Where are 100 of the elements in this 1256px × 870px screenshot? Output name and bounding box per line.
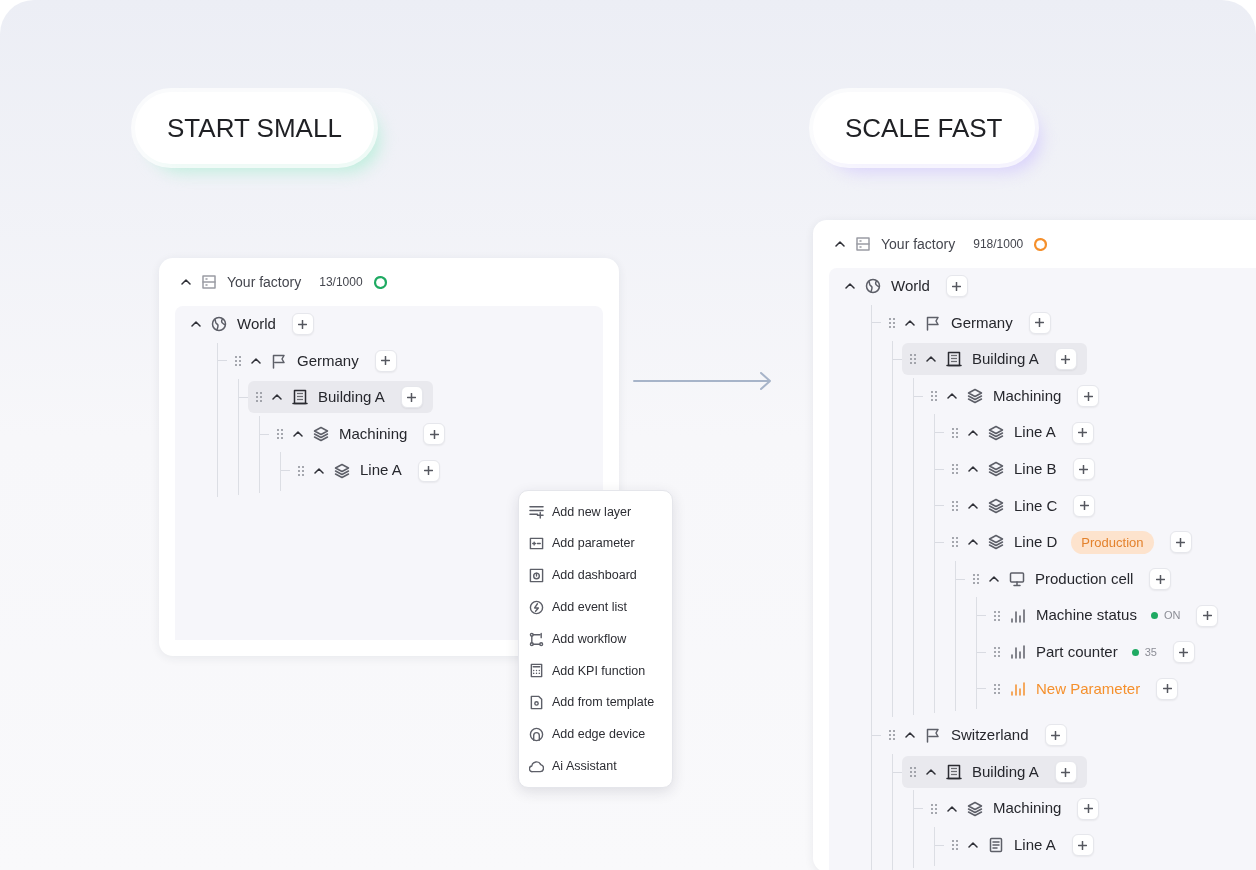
plus-icon (1155, 574, 1165, 584)
add-button[interactable] (1028, 311, 1051, 334)
add-button[interactable] (400, 386, 423, 409)
tree-row[interactable]: Line B (944, 453, 1105, 486)
drag-handle-icon (952, 500, 958, 511)
tree-row[interactable]: Switzerland (881, 719, 1077, 752)
plus-icon (407, 393, 417, 402)
add-button[interactable] (374, 349, 397, 372)
layers-icon (988, 497, 1004, 514)
building-icon (292, 389, 308, 406)
add-button[interactable] (291, 313, 314, 336)
add-button[interactable] (945, 275, 968, 298)
tree-row[interactable]: Machine status ON (986, 599, 1229, 632)
drag-handle-icon (994, 683, 1000, 694)
node-label: Line A (360, 460, 402, 481)
plus-icon (1061, 767, 1071, 777)
calculator-icon (529, 663, 544, 679)
add-button[interactable] (417, 459, 440, 482)
add-button[interactable] (1156, 677, 1179, 700)
globe-icon (211, 316, 227, 333)
plus-icon (1078, 840, 1088, 850)
drag-handle-icon (298, 465, 304, 476)
add-button[interactable] (1073, 494, 1096, 517)
tree-row[interactable]: Germany (881, 306, 1061, 339)
node-label: Machining (993, 798, 1062, 819)
status-value: ON (1163, 608, 1181, 624)
tree-row[interactable]: Production cell (965, 563, 1182, 596)
menu-item[interactable]: Ai Assistant (519, 750, 672, 783)
menu-item[interactable]: Add new layer (519, 496, 672, 528)
panel-title: Your factory (227, 272, 302, 292)
menu-item[interactable]: Add edge device (519, 718, 672, 751)
node-label: Machine status (1036, 605, 1137, 626)
caret-up-icon (835, 240, 845, 248)
menu-item[interactable]: Add event list (519, 591, 672, 624)
workflow-icon (529, 631, 544, 647)
monitor-icon (1009, 571, 1025, 588)
drag-handle-icon (910, 767, 916, 777)
tree-row[interactable]: Line A (944, 416, 1104, 449)
tree-row[interactable]: Line A (290, 454, 450, 487)
tree-row[interactable]: Building A (248, 381, 433, 414)
parameter-icon (529, 536, 544, 552)
plus-icon (429, 429, 439, 439)
plus-icon (1035, 318, 1045, 328)
menu-item[interactable]: Add workflow (519, 623, 672, 655)
plus-icon (1083, 804, 1093, 814)
add-button[interactable] (1054, 761, 1077, 783)
menu-item[interactable]: Add KPI function (519, 655, 672, 687)
add-button[interactable] (1077, 797, 1100, 820)
layers-icon (988, 424, 1004, 441)
drag-handle-icon (952, 537, 958, 548)
flag-icon (925, 314, 941, 331)
add-button[interactable] (1044, 724, 1067, 747)
plus-icon (298, 319, 308, 329)
tree-row[interactable]: Machining (923, 792, 1110, 825)
add-button[interactable] (1196, 604, 1219, 627)
drag-handle-icon (994, 610, 1000, 621)
drag-handle-icon (952, 840, 958, 851)
drag-handle-icon (952, 464, 958, 475)
menu-item[interactable]: Add parameter (519, 527, 672, 560)
tree-row[interactable]: Building A (902, 756, 1087, 788)
add-button[interactable] (1149, 568, 1172, 591)
add-button[interactable] (1071, 421, 1094, 444)
add-button[interactable] (1054, 348, 1077, 371)
flag-icon (271, 352, 287, 369)
arrow-icon (633, 372, 773, 390)
drag-handle-icon (931, 803, 937, 814)
building-icon (946, 764, 962, 780)
plus-icon (1162, 684, 1172, 694)
add-button[interactable] (1169, 531, 1192, 554)
add-button[interactable] (1077, 385, 1100, 408)
plus-icon (381, 356, 391, 366)
layers-icon (988, 534, 1004, 551)
server-icon (855, 236, 871, 252)
plus-icon (424, 466, 434, 476)
node-label: Line A (1014, 422, 1056, 443)
plus-icon (1051, 730, 1061, 740)
tree-row[interactable]: World (837, 270, 978, 303)
tree-row[interactable]: Part counter 35 (986, 636, 1205, 669)
layers-icon (967, 800, 983, 817)
tree-row[interactable]: Line C (944, 489, 1106, 522)
drag-handle-icon (235, 355, 241, 366)
tree-row[interactable]: Line A (944, 829, 1104, 862)
add-button[interactable] (1071, 834, 1094, 857)
tree-row[interactable]: Machining (923, 380, 1110, 413)
tree-row[interactable]: World (183, 308, 324, 341)
node-label: Building A (972, 349, 1039, 370)
document-icon (988, 837, 1004, 854)
tree-row[interactable]: Machining (269, 418, 456, 451)
menu-item[interactable]: Add from template (519, 686, 672, 719)
tree-row[interactable]: Line D Production (944, 526, 1202, 559)
bar-chart-icon (1010, 644, 1026, 661)
add-layer-icon (529, 504, 544, 520)
item-count: 13/1000 (319, 274, 363, 291)
tree-row[interactable]: Building A (902, 343, 1087, 376)
add-button[interactable] (1072, 458, 1095, 481)
tree-row[interactable]: Germany (227, 344, 407, 377)
drag-handle-icon (256, 392, 262, 403)
add-button[interactable] (1172, 641, 1195, 664)
menu-item[interactable]: Add dashboard (519, 559, 672, 592)
add-button[interactable] (423, 423, 446, 446)
